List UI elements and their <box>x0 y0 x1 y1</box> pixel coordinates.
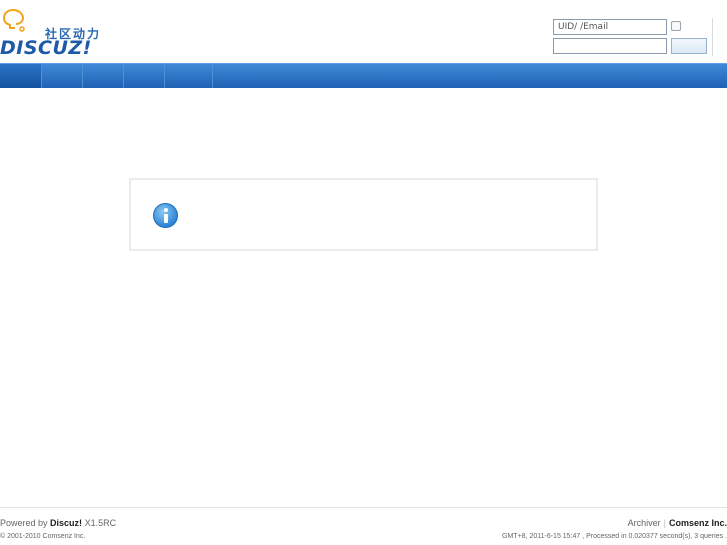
page-stats: GMT+8, 2011-6-15 15:47 , Processed in 0.… <box>502 533 727 540</box>
nav-item-5[interactable] <box>165 64 213 88</box>
powered-brand-link[interactable]: Discuz! <box>50 518 82 528</box>
nav-item-4[interactable] <box>124 64 165 88</box>
powered-by: Powered by Discuz! X1.5RC <box>0 518 116 528</box>
lightbulb-icon <box>2 9 25 32</box>
company-link[interactable]: Comsenz Inc. <box>669 518 727 528</box>
copyright-years: © 2001-2010 <box>0 533 41 540</box>
site-header: 社区动力 DISCUZ! UID/ /Email <box>0 0 727 63</box>
site-footer: Powered by Discuz! X1.5RC © 2001-2010 Co… <box>0 507 727 545</box>
login-button[interactable] <box>671 38 707 54</box>
logo-wordmark: DISCUZ! <box>0 37 92 59</box>
powered-prefix: Powered by <box>0 518 48 528</box>
login-form: UID/ /Email <box>553 18 727 58</box>
remember-me-checkbox[interactable] <box>671 21 681 31</box>
username-input[interactable]: UID/ /Email <box>553 19 667 35</box>
site-logo[interactable]: 社区动力 DISCUZ! <box>0 6 110 60</box>
password-input[interactable] <box>553 38 667 54</box>
nav-item-home[interactable] <box>0 64 42 88</box>
copyright: © 2001-2010 Comsenz Inc. <box>0 533 85 540</box>
footer-links: Archiver | Comsenz Inc. <box>627 518 727 528</box>
powered-version: X1.5RC <box>84 518 117 528</box>
nav-item-2[interactable] <box>42 64 83 88</box>
nav-item-3[interactable] <box>83 64 124 88</box>
main-nav <box>0 63 727 88</box>
message-box <box>129 178 598 251</box>
copyright-company-link[interactable]: Comsenz Inc. <box>43 533 86 540</box>
info-icon <box>153 203 178 228</box>
login-divider <box>712 18 713 56</box>
archiver-link[interactable]: Archiver <box>628 518 661 528</box>
